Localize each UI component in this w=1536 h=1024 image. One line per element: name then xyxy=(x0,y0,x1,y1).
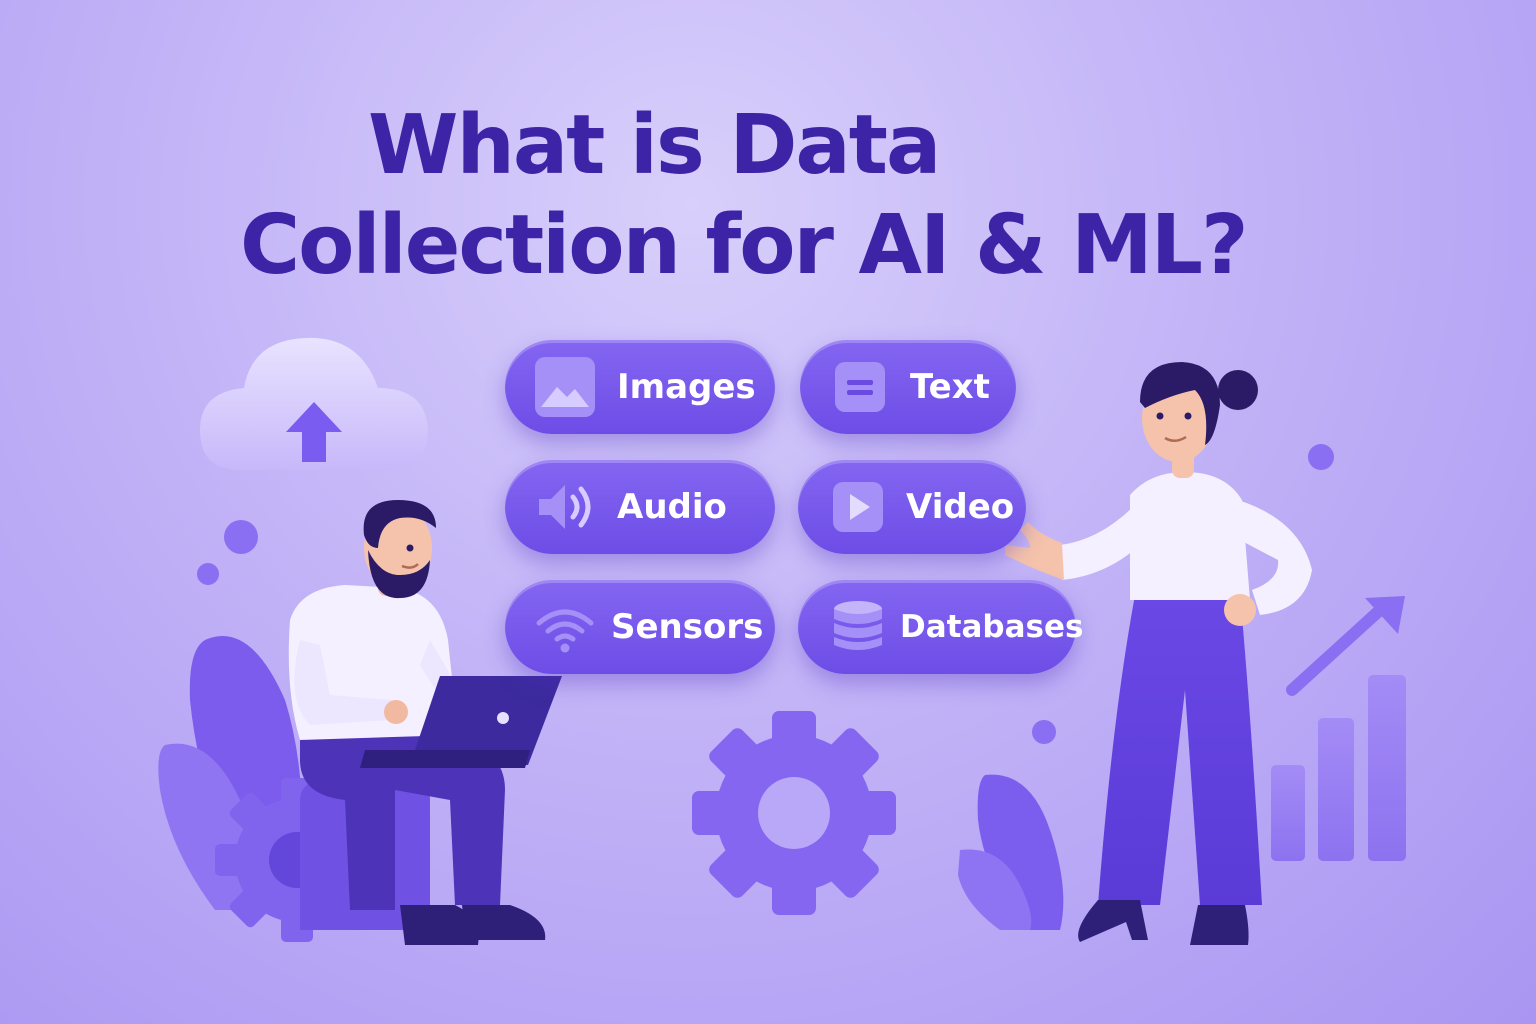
text-pill[interactable]: Text xyxy=(800,340,1016,434)
sensors-pill[interactable]: Sensors xyxy=(505,580,775,674)
databases-pill[interactable]: Databases xyxy=(798,580,1083,674)
page-title: What is Data Collection for AI & ML? xyxy=(0,0,1536,300)
text-label: Text xyxy=(910,367,990,407)
cloud-upload-icon xyxy=(200,337,428,470)
audio-pill[interactable]: Audio xyxy=(505,460,775,554)
images-pill[interactable]: Images xyxy=(505,340,775,434)
title-line-2: Collection for AI & ML? xyxy=(240,198,1249,293)
gear-center-icon xyxy=(692,711,896,915)
sensors-label: Sensors xyxy=(611,607,764,647)
video-icon xyxy=(833,482,883,532)
database-icon xyxy=(834,601,882,650)
audio-icon xyxy=(539,485,591,529)
image-icon xyxy=(535,357,595,417)
images-label: Images xyxy=(617,367,756,407)
video-label: Video xyxy=(906,487,1015,527)
video-pill[interactable]: Video xyxy=(798,460,1026,554)
title-line-1: What is Data xyxy=(368,98,941,193)
text-icon xyxy=(835,362,885,412)
plant-right-icon xyxy=(958,774,1064,930)
growth-chart-icon xyxy=(1271,596,1406,861)
audio-label: Audio xyxy=(617,487,727,527)
databases-label: Databases xyxy=(900,609,1084,645)
sensors-icon xyxy=(536,609,594,653)
